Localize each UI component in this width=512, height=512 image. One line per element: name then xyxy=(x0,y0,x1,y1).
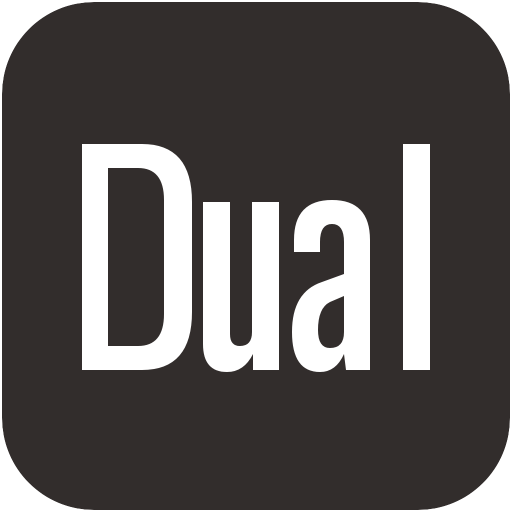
logo-letter-l xyxy=(403,144,430,370)
app-icon[interactable] xyxy=(2,2,510,510)
dual-logo xyxy=(2,2,510,510)
